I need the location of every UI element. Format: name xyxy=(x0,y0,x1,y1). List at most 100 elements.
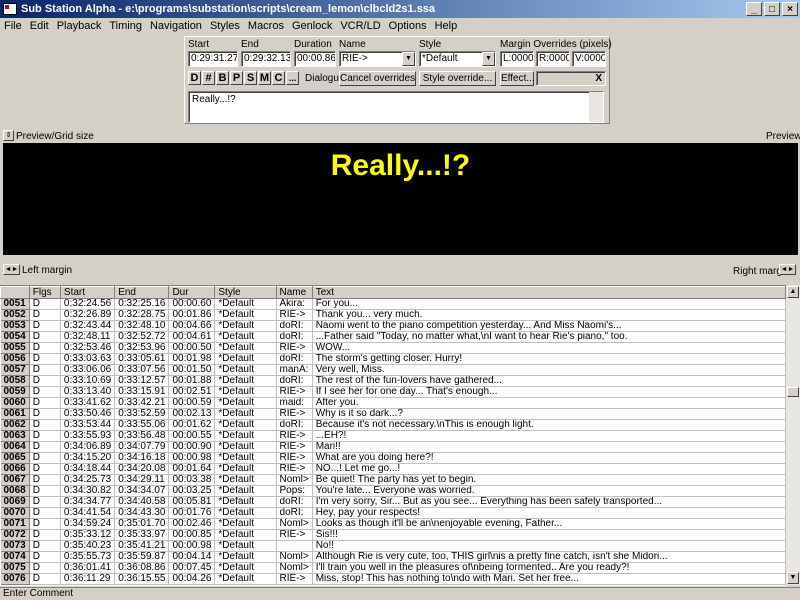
column-header-style[interactable]: Style xyxy=(214,286,277,299)
override-hash-button[interactable]: # xyxy=(202,71,215,85)
table-row[interactable]: 0068 D 0:34:30.82 0:34:34.07 00:03.25 *Defaul… xyxy=(0,485,786,497)
menu-vcr-ld[interactable]: VCR/LD xyxy=(336,20,384,32)
app-icon[interactable] xyxy=(3,3,17,15)
table-row[interactable]: 0055 D 0:32:53.46 0:32:53.96 00:00.50 *Defaul… xyxy=(0,342,786,354)
margin-left-field[interactable]: L:0000 xyxy=(500,51,534,67)
style-label: Style xyxy=(419,39,442,50)
override-more-button[interactable]: ... xyxy=(286,71,299,85)
table-row[interactable]: 0054 D 0:32:48.11 0:32:52.72 00:04.61 *Defaul… xyxy=(0,331,786,343)
preview-grid-toggle-icon[interactable]: ⇕ xyxy=(3,130,14,141)
table-row[interactable]: 0052 D 0:32:26.89 0:32:28.75 00:01.86 *Defaul… xyxy=(0,309,786,321)
override-d-button[interactable]: D xyxy=(188,71,201,85)
table-row[interactable]: 0076 D 0:36:11.29 0:36:15.55 00:04.26 *Defaul… xyxy=(0,573,786,585)
override-s-button[interactable]: S xyxy=(244,71,257,85)
cell-text: ...EH?! xyxy=(312,430,786,442)
table-row[interactable]: 0053 D 0:32:43.44 0:32:48.10 00:04.66 *Defaul… xyxy=(0,320,786,332)
column-header-start[interactable]: Start xyxy=(59,286,116,299)
cell-row-number: 0057 xyxy=(0,364,30,376)
table-row[interactable]: 0064 D 0:34:06.89 0:34:07.79 00:00.90 *Defaul… xyxy=(0,441,786,453)
menu-playback[interactable]: Playback xyxy=(53,20,106,32)
end-time-field[interactable]: 0:29:32.13 xyxy=(241,51,291,67)
cell-end: 0:34:40.58 xyxy=(114,496,170,508)
style-override-button[interactable]: Style override... xyxy=(419,71,496,86)
minimize-button[interactable]: _ xyxy=(746,2,762,16)
duration-field[interactable]: 00:00.86 xyxy=(294,51,336,67)
menu-help[interactable]: Help xyxy=(431,20,462,32)
column-header-duration[interactable]: Dur xyxy=(168,286,216,299)
scroll-down-icon[interactable]: ▼ xyxy=(787,572,799,584)
preview-grid-size-label: Preview/Grid size xyxy=(16,131,94,142)
column-header-name[interactable]: Name xyxy=(275,286,313,299)
table-row[interactable]: 0060 D 0:33:41.62 0:33:42.21 00:00.59 *Defaul… xyxy=(0,397,786,409)
table-row[interactable]: 0072 D 0:35:33.12 0:35:33.97 00:00.85 *Defaul… xyxy=(0,529,786,541)
subtitle-text-input[interactable]: Really...!? xyxy=(188,91,604,123)
cell-style: *Default xyxy=(214,507,277,519)
right-margin-arrows-icon[interactable]: ◄► xyxy=(779,264,796,275)
chevron-down-icon[interactable]: ▼ xyxy=(402,52,415,66)
cell-row-number: 0054 xyxy=(0,331,30,343)
cell-end: 0:33:12.57 xyxy=(114,375,170,387)
table-row[interactable]: 0061 D 0:33:50.46 0:33:52.59 00:02.13 *Defaul… xyxy=(0,408,786,420)
table-row[interactable]: 0051 D 0:32:24.56 0:32:25.16 00:00.60 *Defaul… xyxy=(0,298,786,310)
scroll-up-icon[interactable]: ▲ xyxy=(787,286,799,298)
chevron-down-icon[interactable]: ▼ xyxy=(482,52,495,66)
cell-start: 0:34:06.89 xyxy=(60,441,116,453)
cell-row-number: 0058 xyxy=(0,375,30,387)
column-header-end[interactable]: End xyxy=(114,286,170,299)
table-row[interactable]: 0056 D 0:33:03.63 0:33:05.61 00:01.98 *Defaul… xyxy=(0,353,786,365)
table-row[interactable]: 0066 D 0:34:18.44 0:34:20.08 00:01.64 *Defaul… xyxy=(0,463,786,475)
table-row[interactable]: 0059 D 0:33:13.40 0:33:15.91 00:02.51 *Defaul… xyxy=(0,386,786,398)
maximize-button[interactable]: □ xyxy=(764,2,780,16)
cell-style: *Default xyxy=(214,353,277,365)
style-combo-value: *Default xyxy=(422,53,458,64)
menu-styles[interactable]: Styles xyxy=(206,20,244,32)
override-b-button[interactable]: B xyxy=(216,71,229,85)
table-row[interactable]: 0074 D 0:35:55.73 0:35:59.87 00:04.14 *Defaul… xyxy=(0,551,786,563)
table-row[interactable]: 0062 D 0:33:53.44 0:33:55.06 00:01.62 *Defaul… xyxy=(0,419,786,431)
clear-effect-icon[interactable]: X xyxy=(595,72,602,85)
override-p-button[interactable]: P xyxy=(230,71,243,85)
table-row[interactable]: 0075 D 0:36:01.41 0:36:08.86 00:07.45 *Defaul… xyxy=(0,562,786,574)
text-scrollbar[interactable] xyxy=(589,92,603,122)
table-row[interactable]: 0069 D 0:34:34.77 0:34:40.58 00:05.81 *Defaul… xyxy=(0,496,786,508)
cell-style: *Default xyxy=(214,485,277,497)
table-row[interactable]: 0071 D 0:34:59.24 0:35:01.70 00:02.46 *Defaul… xyxy=(0,518,786,530)
scroll-thumb[interactable] xyxy=(787,387,799,397)
style-combo[interactable]: *Default ▼ xyxy=(419,51,496,67)
column-header-text[interactable]: Text xyxy=(311,286,786,299)
cell-start: 0:32:24.56 xyxy=(60,298,116,310)
override-c-button[interactable]: C xyxy=(272,71,285,85)
menu-navigation[interactable]: Navigation xyxy=(146,20,206,32)
menu-macros[interactable]: Macros xyxy=(244,20,288,32)
close-button[interactable]: × xyxy=(782,2,798,16)
margin-vertical-field[interactable]: V:0000 xyxy=(572,51,606,67)
cell-row-number: 0065 xyxy=(0,452,30,464)
table-row[interactable]: 0073 D 0:35:40.23 0:35:41.21 00:00.98 *Defaul… xyxy=(0,540,786,552)
table-row[interactable]: 0067 D 0:34:25.73 0:34:29.11 00:03.38 *Defaul… xyxy=(0,474,786,486)
cancel-overrides-button[interactable]: Cancel overrides xyxy=(339,71,416,86)
effect-button[interactable]: Effect... xyxy=(500,71,535,86)
table-row[interactable]: 0065 D 0:34:15.20 0:34:16.18 00:00.98 *Defaul… xyxy=(0,452,786,464)
cell-style: *Default xyxy=(214,331,277,343)
menu-edit[interactable]: Edit xyxy=(26,20,53,32)
table-row[interactable]: 0070 D 0:34:41.54 0:34:43.30 00:01.76 *Defaul… xyxy=(0,507,786,519)
table-row[interactable]: 0057 D 0:33:06.06 0:33:07.56 00:01.50 *Defaul… xyxy=(0,364,786,376)
cell-name: Noml> xyxy=(276,474,313,486)
menu-timing[interactable]: Timing xyxy=(105,20,146,32)
table-row[interactable]: 0058 D 0:33:10.69 0:33:12.57 00:01.88 *Defaul… xyxy=(0,375,786,387)
grid-scrollbar[interactable]: ▲ ▼ xyxy=(786,285,800,585)
margin-right-field[interactable]: R:0000 xyxy=(536,51,570,67)
name-combo[interactable]: RIE-> ▼ xyxy=(339,51,416,67)
column-header-flags[interactable]: Flgs xyxy=(28,286,61,299)
menu-genlock[interactable]: Genlock xyxy=(288,20,336,32)
menu-file[interactable]: File xyxy=(0,20,26,32)
cell-text: The storm's getting closer. Hurry! xyxy=(312,353,786,365)
table-row[interactable]: 0063 D 0:33:55.93 0:33:56.48 00:00.55 *Defaul… xyxy=(0,430,786,442)
cell-duration: 00:07.45 xyxy=(168,562,216,574)
override-m-button[interactable]: M xyxy=(258,71,271,85)
menu-options[interactable]: Options xyxy=(385,20,431,32)
left-margin-arrows-icon[interactable]: ◄► xyxy=(3,264,20,275)
start-time-field[interactable]: 0:29:31.27 xyxy=(188,51,238,67)
margin-overrides-label: Margin Overrides (pixels) xyxy=(500,39,612,50)
preview-area[interactable]: Really...!? xyxy=(3,143,798,255)
